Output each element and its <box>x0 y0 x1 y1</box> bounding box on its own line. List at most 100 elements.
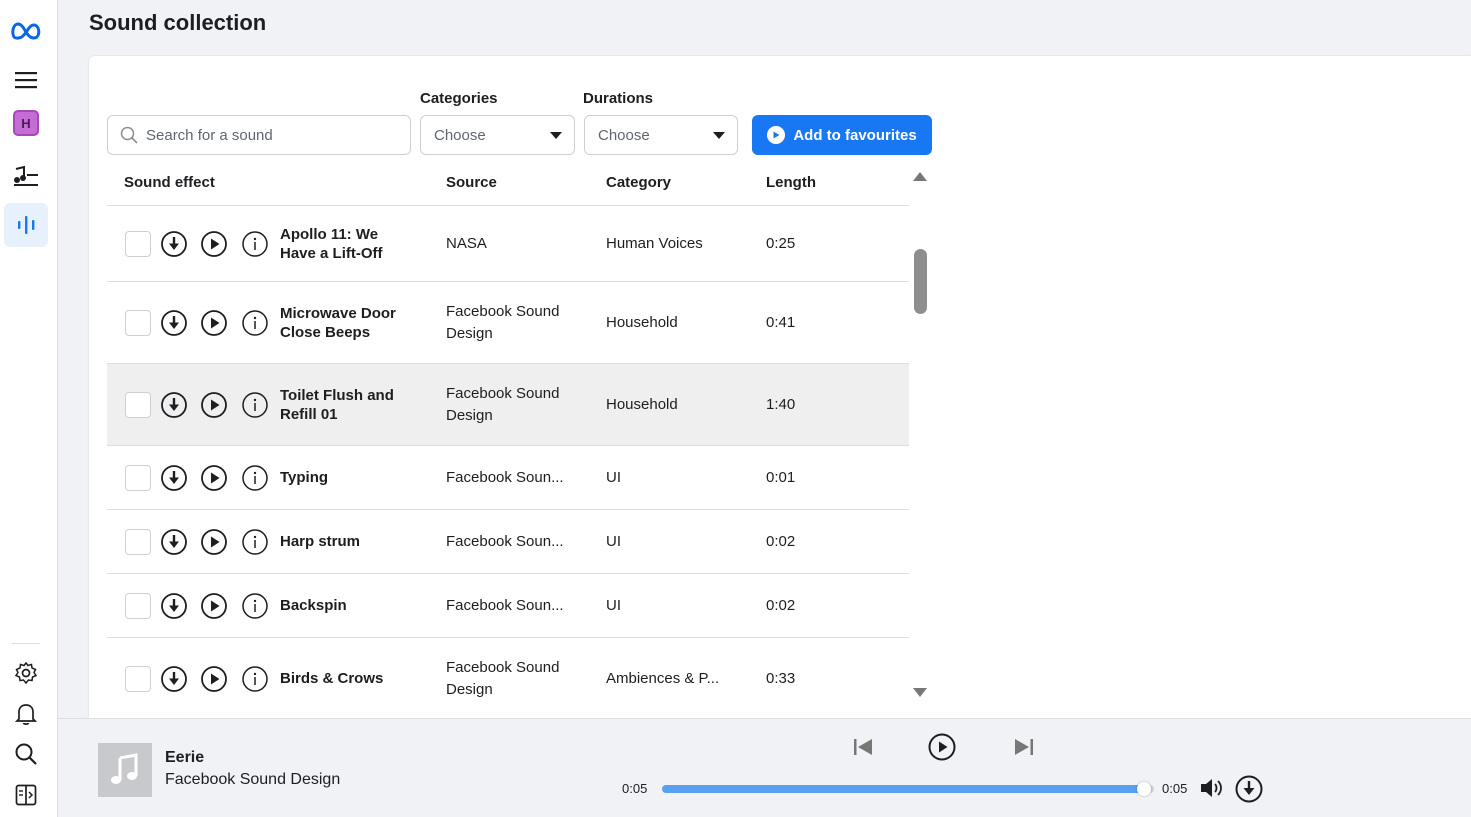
workspace-avatar-initial: H <box>13 110 39 136</box>
skip-previous-icon[interactable] <box>852 736 874 758</box>
play-icon[interactable] <box>927 732 957 762</box>
notifications-icon[interactable] <box>4 692 48 736</box>
elapsed-time: 0:05 <box>622 781 648 796</box>
sound-name-line: Apollo 11: We <box>280 226 379 243</box>
sound-name-line: Toilet Flush and <box>280 387 394 404</box>
play-icon[interactable] <box>200 665 228 693</box>
play-icon[interactable] <box>200 464 228 492</box>
table-row[interactable]: Birds & Crows Facebook Sound Design Ambi… <box>107 638 909 718</box>
sound-length: 0:02 <box>766 533 796 550</box>
column-header-length[interactable]: Length <box>766 174 816 191</box>
panel-toggle-icon[interactable] <box>4 773 48 817</box>
sound-source-line: Facebook Soun... <box>446 597 564 614</box>
row-checkbox[interactable] <box>125 529 151 555</box>
download-icon[interactable] <box>160 665 188 693</box>
info-icon[interactable] <box>241 665 269 693</box>
info-icon[interactable] <box>241 391 269 419</box>
table-row[interactable]: Toilet Flush and Refill 01 Facebook Soun… <box>107 364 909 446</box>
download-icon[interactable] <box>160 309 188 337</box>
download-icon[interactable] <box>160 464 188 492</box>
sound-collection-card: Categories Durations Choose Choose Add t… <box>89 56 1471 718</box>
row-checkbox[interactable] <box>125 231 151 257</box>
info-icon[interactable] <box>241 230 269 258</box>
sound-source: Facebook Soun... <box>446 467 564 489</box>
sound-name: Microwave Door Close Beeps <box>280 304 430 342</box>
table-row[interactable]: Harp strum Facebook Soun... UI 0:02 <box>107 510 909 574</box>
total-time: 0:05 <box>1162 781 1188 796</box>
sound-name-line: Harp strum <box>280 533 361 550</box>
download-icon[interactable] <box>160 528 188 556</box>
column-header-sound-effect[interactable]: Sound effect <box>124 174 215 191</box>
table-row[interactable]: Apollo 11: We Have a Lift-Off NASA Human… <box>107 206 909 282</box>
sound-collection-icon[interactable] <box>4 203 48 247</box>
info-icon[interactable] <box>241 309 269 337</box>
table-row[interactable]: Backspin Facebook Soun... UI 0:02 <box>107 574 909 638</box>
download-icon[interactable] <box>1234 774 1264 804</box>
row-checkbox[interactable] <box>125 310 151 336</box>
info-icon[interactable] <box>241 528 269 556</box>
sound-length: 0:02 <box>766 597 796 614</box>
play-icon[interactable] <box>200 391 228 419</box>
sound-name: Typing <box>280 468 430 487</box>
categories-select[interactable]: Choose <box>420 115 575 155</box>
sound-source-line: Facebook Sound <box>446 659 560 676</box>
skip-next-icon[interactable] <box>1013 736 1035 758</box>
search-field[interactable] <box>107 115 411 155</box>
sound-name: Toilet Flush and Refill 01 <box>280 386 430 424</box>
download-icon[interactable] <box>160 391 188 419</box>
row-checkbox[interactable] <box>125 593 151 619</box>
sound-category: UI <box>606 597 621 614</box>
sound-category: Household <box>606 314 678 331</box>
sound-name-line: Microwave Door <box>280 305 396 322</box>
sound-length: 0:41 <box>766 314 796 331</box>
meta-logo-icon[interactable] <box>4 9 48 53</box>
scroll-up-arrow[interactable] <box>913 172 927 181</box>
play-icon[interactable] <box>200 528 228 556</box>
info-icon[interactable] <box>241 592 269 620</box>
info-icon[interactable] <box>241 464 269 492</box>
page-title: Sound collection <box>89 10 267 35</box>
play-icon[interactable] <box>200 592 228 620</box>
column-header-source[interactable]: Source <box>446 174 497 191</box>
sound-source: Facebook Soun... <box>446 531 564 553</box>
sound-category: UI <box>606 533 621 550</box>
progress-handle[interactable] <box>1137 782 1151 796</box>
play-icon[interactable] <box>200 309 228 337</box>
row-checkbox[interactable] <box>125 465 151 491</box>
sound-source-line: Design <box>446 681 493 698</box>
audio-player: Eerie Facebook Sound Design 0:05 0:05 <box>58 718 1471 817</box>
sidebar: H <box>0 0 58 817</box>
sound-source: NASA <box>446 233 487 255</box>
durations-select[interactable]: Choose <box>584 115 738 155</box>
progress-bar[interactable] <box>662 782 1154 796</box>
play-circle-icon <box>767 126 786 144</box>
search-input[interactable] <box>146 126 406 144</box>
settings-icon[interactable] <box>4 651 48 695</box>
sound-length: 0:01 <box>766 469 796 486</box>
row-checkbox[interactable] <box>125 666 151 692</box>
download-icon[interactable] <box>160 230 188 258</box>
play-icon[interactable] <box>200 230 228 258</box>
music-library-icon[interactable] <box>4 154 48 198</box>
scrollbar-thumb[interactable] <box>914 249 927 314</box>
sound-table: Apollo 11: We Have a Lift-Off NASA Human… <box>107 206 909 718</box>
categories-label: Categories <box>420 90 498 107</box>
add-to-favourites-button[interactable]: Add to favourites <box>752 115 932 155</box>
search-icon[interactable] <box>4 732 48 776</box>
sound-name-line: Backspin <box>280 597 347 614</box>
table-row[interactable]: Typing Facebook Soun... UI 0:01 <box>107 446 909 510</box>
column-header-category[interactable]: Category <box>606 174 671 191</box>
download-icon[interactable] <box>160 592 188 620</box>
row-checkbox[interactable] <box>125 392 151 418</box>
volume-icon[interactable] <box>1199 776 1225 800</box>
menu-icon[interactable] <box>4 58 48 102</box>
sound-source-line: Facebook Sound <box>446 385 560 402</box>
scroll-down-arrow[interactable] <box>913 688 927 697</box>
sound-source-line: Design <box>446 325 493 342</box>
categories-select-value: Choose <box>434 126 486 144</box>
chevron-down-icon <box>713 131 725 139</box>
table-row[interactable]: Microwave Door Close Beeps Facebook Soun… <box>107 282 909 364</box>
workspace-avatar[interactable]: H <box>4 101 48 145</box>
sound-name: Birds & Crows <box>280 669 430 688</box>
sound-source: Facebook Sound Design <box>446 657 559 701</box>
